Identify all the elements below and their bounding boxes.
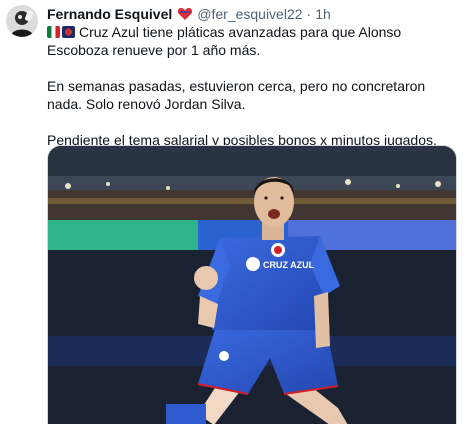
avatar-photo	[6, 5, 38, 37]
jersey-text: CRUZ AZUL	[263, 260, 315, 270]
tweet[interactable]: Fernando Esquivel @fer_esquivel22 · 1h C…	[0, 0, 468, 424]
tweet-header: Fernando Esquivel @fer_esquivel22 · 1h	[47, 5, 331, 23]
heart-badge-icon	[178, 8, 193, 20]
paragraph-1-text: Cruz Azul tiene pláticas avanzadas para …	[47, 24, 402, 58]
tweet-paragraph-1: Cruz Azul tiene pláticas avanzadas para …	[47, 23, 457, 59]
author-handle[interactable]: @fer_esquivel22	[197, 5, 302, 23]
tweet-paragraph-2: En semanas pasadas, estuvieron cerca, pe…	[47, 78, 426, 112]
tweet-image[interactable]: CRUZ AZUL	[47, 145, 457, 424]
tweet-text: Cruz Azul tiene pláticas avanzadas para …	[47, 23, 457, 149]
separator-dot: ·	[306, 6, 312, 22]
player-celebration-photo: CRUZ AZUL	[48, 146, 456, 424]
author-name[interactable]: Fernando Esquivel	[47, 5, 172, 23]
mexico-flag-icon	[47, 26, 60, 38]
cruz-azul-flag-icon	[62, 26, 75, 38]
author-avatar[interactable]	[6, 5, 38, 37]
timestamp[interactable]: 1h	[315, 5, 331, 23]
